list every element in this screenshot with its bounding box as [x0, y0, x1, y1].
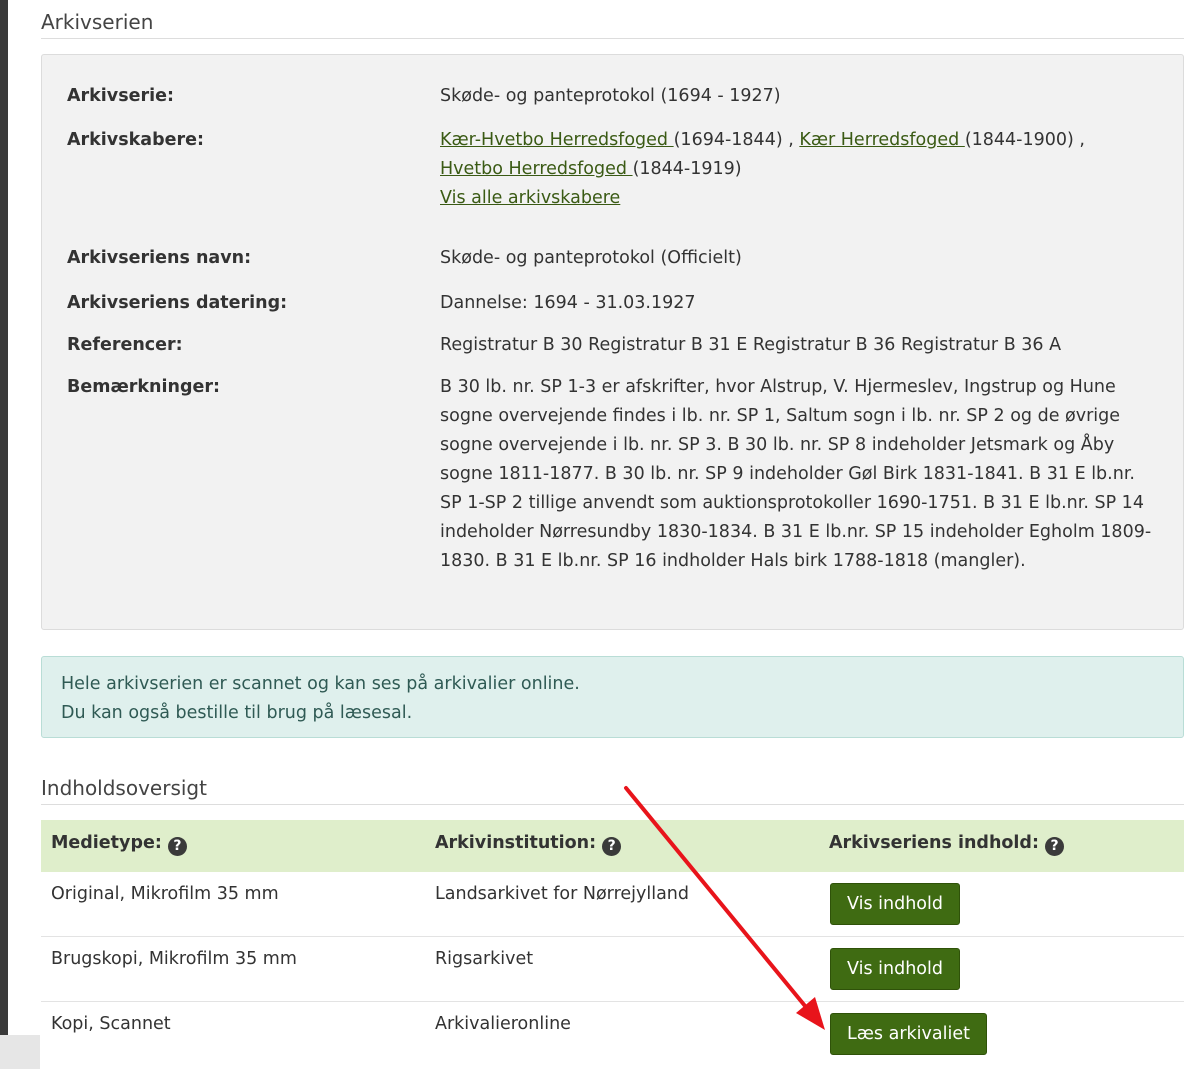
header-medietype: Medietype: ? — [51, 833, 187, 856]
cell-institution: Arkivalieronline — [435, 1014, 571, 1034]
scan-notice: Hele arkivserien er scannet og kan ses p… — [41, 656, 1184, 738]
detail-label: Arkivseriens datering: — [67, 293, 288, 313]
detail-label: Referencer: — [67, 335, 183, 355]
question-circle-icon[interactable]: ? — [1045, 837, 1065, 856]
page: Arkivserien Arkivserie: Skøde- og pantep… — [8, 0, 1201, 1069]
detail-value: Kær-Hvetbo Herredsfoged (1694-1844) , Kæ… — [440, 126, 1160, 213]
cell-institution: Rigsarkivet — [435, 949, 534, 969]
creator-years: (1694-1844) , — [673, 130, 794, 150]
detail-value: Skøde- og panteprotokol (1694 - 1927) — [440, 86, 781, 106]
cell-medietype: Brugskopi, Mikrofilm 35 mm — [51, 949, 297, 969]
creator-years: (1844-1919) — [632, 159, 742, 179]
detail-value: Registratur B 30 Registratur B 31 E Regi… — [440, 335, 1062, 355]
series-details-panel: Arkivserie: Skøde- og panteprotokol (169… — [41, 54, 1184, 630]
notice-line: Hele arkivserien er scannet og kan ses p… — [61, 674, 580, 694]
detail-label: Arkivseriens navn: — [67, 248, 252, 268]
cell-institution: Landsarkivet for Nørrejylland — [435, 884, 690, 904]
table-row: Brugskopi, Mikrofilm 35 mm Rigsarkivet V… — [41, 937, 1184, 1002]
creator-years: (1844-1900) , — [964, 130, 1085, 150]
detail-value: Skøde- og panteprotokol (Officielt) — [440, 248, 742, 268]
cell-medietype: Original, Mikrofilm 35 mm — [51, 884, 279, 904]
cell-medietype: Kopi, Scannet — [51, 1014, 171, 1034]
left-edge-shadow — [0, 1035, 40, 1069]
laes-arkivaliet-button[interactable]: Læs arkivaliet — [830, 1013, 987, 1055]
header-arkivinstitution: Arkivinstitution: ? — [435, 833, 622, 856]
question-circle-icon[interactable]: ? — [167, 837, 187, 856]
header-indhold: Arkivseriens indhold: ? — [829, 833, 1065, 856]
detail-value: B 30 lb. nr. SP 1-3 er afskrifter, hvor … — [440, 377, 1152, 571]
detail-value: Dannelse: 1694 - 31.03.1927 — [440, 293, 696, 313]
creator-link[interactable]: Kær-Hvetbo Herredsfoged — [440, 130, 674, 150]
detail-label: Arkivskabere: — [67, 130, 204, 150]
question-circle-icon[interactable]: ? — [602, 837, 622, 856]
content-table: Medietype: ? Arkivinstitution: ? Arkivse… — [41, 820, 1184, 1067]
show-all-creators-link[interactable]: Vis alle arkivskabere — [440, 188, 620, 208]
section-title-indholdsoversigt: Indholdsoversigt — [41, 776, 1184, 805]
table-row: Kopi, Scannet Arkivalieronline Læs arkiv… — [41, 1002, 1184, 1067]
notice-line: Du kan også bestille til brug på læsesal… — [61, 703, 413, 723]
vis-indhold-button[interactable]: Vis indhold — [830, 883, 960, 925]
section-title-arkivserien: Arkivserien — [41, 10, 1184, 39]
creator-link[interactable]: Kær Herredsfoged — [799, 130, 964, 150]
creator-link[interactable]: Hvetbo Herredsfoged — [440, 159, 633, 179]
table-row: Original, Mikrofilm 35 mm Landsarkivet f… — [41, 872, 1184, 937]
vis-indhold-button[interactable]: Vis indhold — [830, 948, 960, 990]
table-header: Medietype: ? Arkivinstitution: ? Arkivse… — [41, 820, 1184, 872]
detail-label: Bemærkninger: — [67, 377, 220, 397]
detail-label: Arkivserie: — [67, 86, 174, 106]
